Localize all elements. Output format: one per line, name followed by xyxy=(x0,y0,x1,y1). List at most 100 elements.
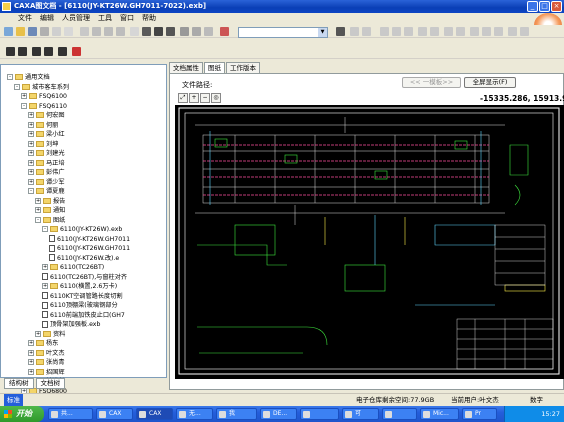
expand-icon[interactable]: + xyxy=(28,150,34,156)
template-nav-button[interactable]: << 一模板>> xyxy=(402,77,461,88)
tree-item[interactable]: + 何宏图 xyxy=(28,111,65,120)
copy-icon[interactable] xyxy=(192,27,201,36)
search-icon[interactable] xyxy=(64,27,73,36)
tool-icon-18[interactable] xyxy=(470,27,479,36)
taskbar-item[interactable]: 可 xyxy=(342,408,379,420)
collapse-icon[interactable]: - xyxy=(42,226,48,232)
expand-icon[interactable]: + xyxy=(28,169,34,175)
tree-item[interactable]: + 报告 xyxy=(35,197,65,206)
tool-icon-7[interactable] xyxy=(154,27,163,36)
expand-icon[interactable]: + xyxy=(28,140,34,147)
cut-icon[interactable] xyxy=(180,27,189,36)
tool-icon-15[interactable] xyxy=(430,27,439,36)
close-button[interactable]: × xyxy=(551,1,562,12)
zoom-window-icon[interactable]: ⤢ xyxy=(178,93,188,103)
tree-item[interactable]: 顶骨架加强板.exb xyxy=(42,320,100,329)
expand-icon[interactable]: + xyxy=(28,359,34,365)
tool-icon-8[interactable] xyxy=(166,27,175,36)
expand-icon[interactable]: + xyxy=(42,264,48,270)
tab-structure-tree[interactable]: 结构树 xyxy=(4,378,34,389)
tree-item[interactable]: + FSQ6100 xyxy=(21,92,67,101)
tree-item[interactable]: 6110(JY-KT26W.改).e xyxy=(49,254,119,263)
collapse-icon[interactable]: - xyxy=(14,83,20,90)
paste-icon[interactable] xyxy=(204,27,213,36)
tab-document-properties[interactable]: 文档属性 xyxy=(169,62,203,73)
layer-dropdown[interactable]: ▼ xyxy=(238,27,328,38)
taskbar-item[interactable]: DE... xyxy=(260,408,297,420)
taskbar-item[interactable]: 共... xyxy=(48,408,93,420)
tree-item[interactable]: - 图纸 xyxy=(35,216,65,225)
tree-item[interactable]: + 叶文杰 xyxy=(28,349,65,358)
tree-item[interactable]: - 6110(JY-KT26W).exb xyxy=(42,225,122,234)
drawing-canvas[interactable] xyxy=(175,105,564,379)
tab-working-version[interactable]: 工作版本 xyxy=(226,62,260,73)
taskbar-item[interactable] xyxy=(382,408,417,420)
undo-icon[interactable] xyxy=(6,47,15,56)
tool-icon-19[interactable] xyxy=(482,27,491,36)
tree-item[interactable]: 6110顶棚梁(玻璃钢部分 xyxy=(42,301,118,310)
expand-icon[interactable]: + xyxy=(28,112,34,118)
tool-icon-6[interactable] xyxy=(142,27,151,36)
save-icon[interactable] xyxy=(28,27,37,36)
collapse-icon[interactable]: - xyxy=(35,216,41,223)
tree-item[interactable]: - FSQ6110 xyxy=(21,102,67,111)
tree-item[interactable]: + 马正培 xyxy=(28,159,65,168)
fullscreen-button[interactable]: 全屏显示(F) xyxy=(464,77,516,88)
preview-icon[interactable] xyxy=(52,27,61,36)
tool-icon-3[interactable] xyxy=(104,27,113,36)
new-icon[interactable] xyxy=(4,27,13,36)
tree-item[interactable]: + 何丽 xyxy=(28,121,58,130)
expand-icon[interactable]: + xyxy=(35,197,41,204)
tree-item[interactable]: + 彭伟广 xyxy=(28,168,65,177)
tab-document-tree[interactable]: 文档树 xyxy=(35,378,65,389)
tree-item[interactable]: + 资料 xyxy=(35,330,65,339)
menu-window[interactable]: 窗口 xyxy=(120,13,134,24)
menu-edit[interactable]: 编辑 xyxy=(40,13,54,24)
expand-icon[interactable]: + xyxy=(28,159,34,166)
expand-icon[interactable]: + xyxy=(28,178,34,185)
taskbar-item[interactable]: 无... xyxy=(176,408,213,420)
tree-item[interactable]: - 通用文档 xyxy=(7,73,50,82)
tool-icon-10[interactable] xyxy=(362,27,371,36)
tree-item[interactable]: + 刘建光 xyxy=(28,149,65,158)
tool-icon-17[interactable] xyxy=(456,27,465,36)
tool-icon-20[interactable] xyxy=(494,27,503,36)
menu-tools[interactable]: 工具 xyxy=(98,13,112,24)
zoom-in-icon[interactable]: + xyxy=(189,93,199,103)
tree-item[interactable]: 6110(TC26BT),与窗柱对齐 xyxy=(42,273,127,282)
collapse-icon[interactable]: - xyxy=(21,102,27,109)
tree-item[interactable]: 6110前端加铁皮止口(GH7 xyxy=(42,311,125,320)
taskbar-item[interactable]: Mic... xyxy=(420,408,459,420)
taskbar-item[interactable] xyxy=(300,408,339,420)
move-icon[interactable] xyxy=(58,47,67,56)
maximize-button[interactable]: □ xyxy=(539,1,550,12)
print-icon[interactable] xyxy=(40,27,49,36)
tool-icon-21[interactable] xyxy=(508,27,517,36)
expand-icon[interactable]: + xyxy=(28,368,34,375)
remove-icon[interactable] xyxy=(72,47,81,56)
tool-icon-5[interactable] xyxy=(130,27,139,36)
menu-help[interactable]: 帮助 xyxy=(142,13,156,24)
expand-icon[interactable]: + xyxy=(28,131,34,137)
expand-icon[interactable]: + xyxy=(35,330,41,337)
tree-item[interactable]: +6110(TC26BT) xyxy=(42,263,104,272)
redo-icon[interactable] xyxy=(18,47,27,56)
delete-icon[interactable] xyxy=(220,27,229,36)
expand-icon[interactable]: + xyxy=(28,121,34,128)
menu-personnel[interactable]: 人员管理 xyxy=(62,13,90,24)
tool-icon-4[interactable] xyxy=(116,27,125,36)
tree-item[interactable]: 6110KT空调管路长度切割 xyxy=(42,292,123,301)
expand-icon[interactable]: + xyxy=(21,93,27,99)
taskbar-item[interactable]: CAX xyxy=(136,408,173,420)
minimize-button[interactable]: _ xyxy=(527,1,538,12)
expand-icon[interactable]: + xyxy=(28,340,34,346)
taskbar-item[interactable]: CAX xyxy=(96,408,133,420)
tool-icon-22[interactable] xyxy=(520,27,529,36)
tree-item[interactable]: + 谭少军 xyxy=(28,178,65,187)
tool-icon-13[interactable] xyxy=(404,27,413,36)
menu-file[interactable]: 文件 xyxy=(18,13,32,24)
tool-icon-2[interactable] xyxy=(92,27,101,36)
tree-item[interactable]: - 谭夏鹿 xyxy=(28,187,65,196)
start-button[interactable]: 开始 xyxy=(0,406,44,422)
collapse-icon[interactable]: - xyxy=(7,74,13,80)
